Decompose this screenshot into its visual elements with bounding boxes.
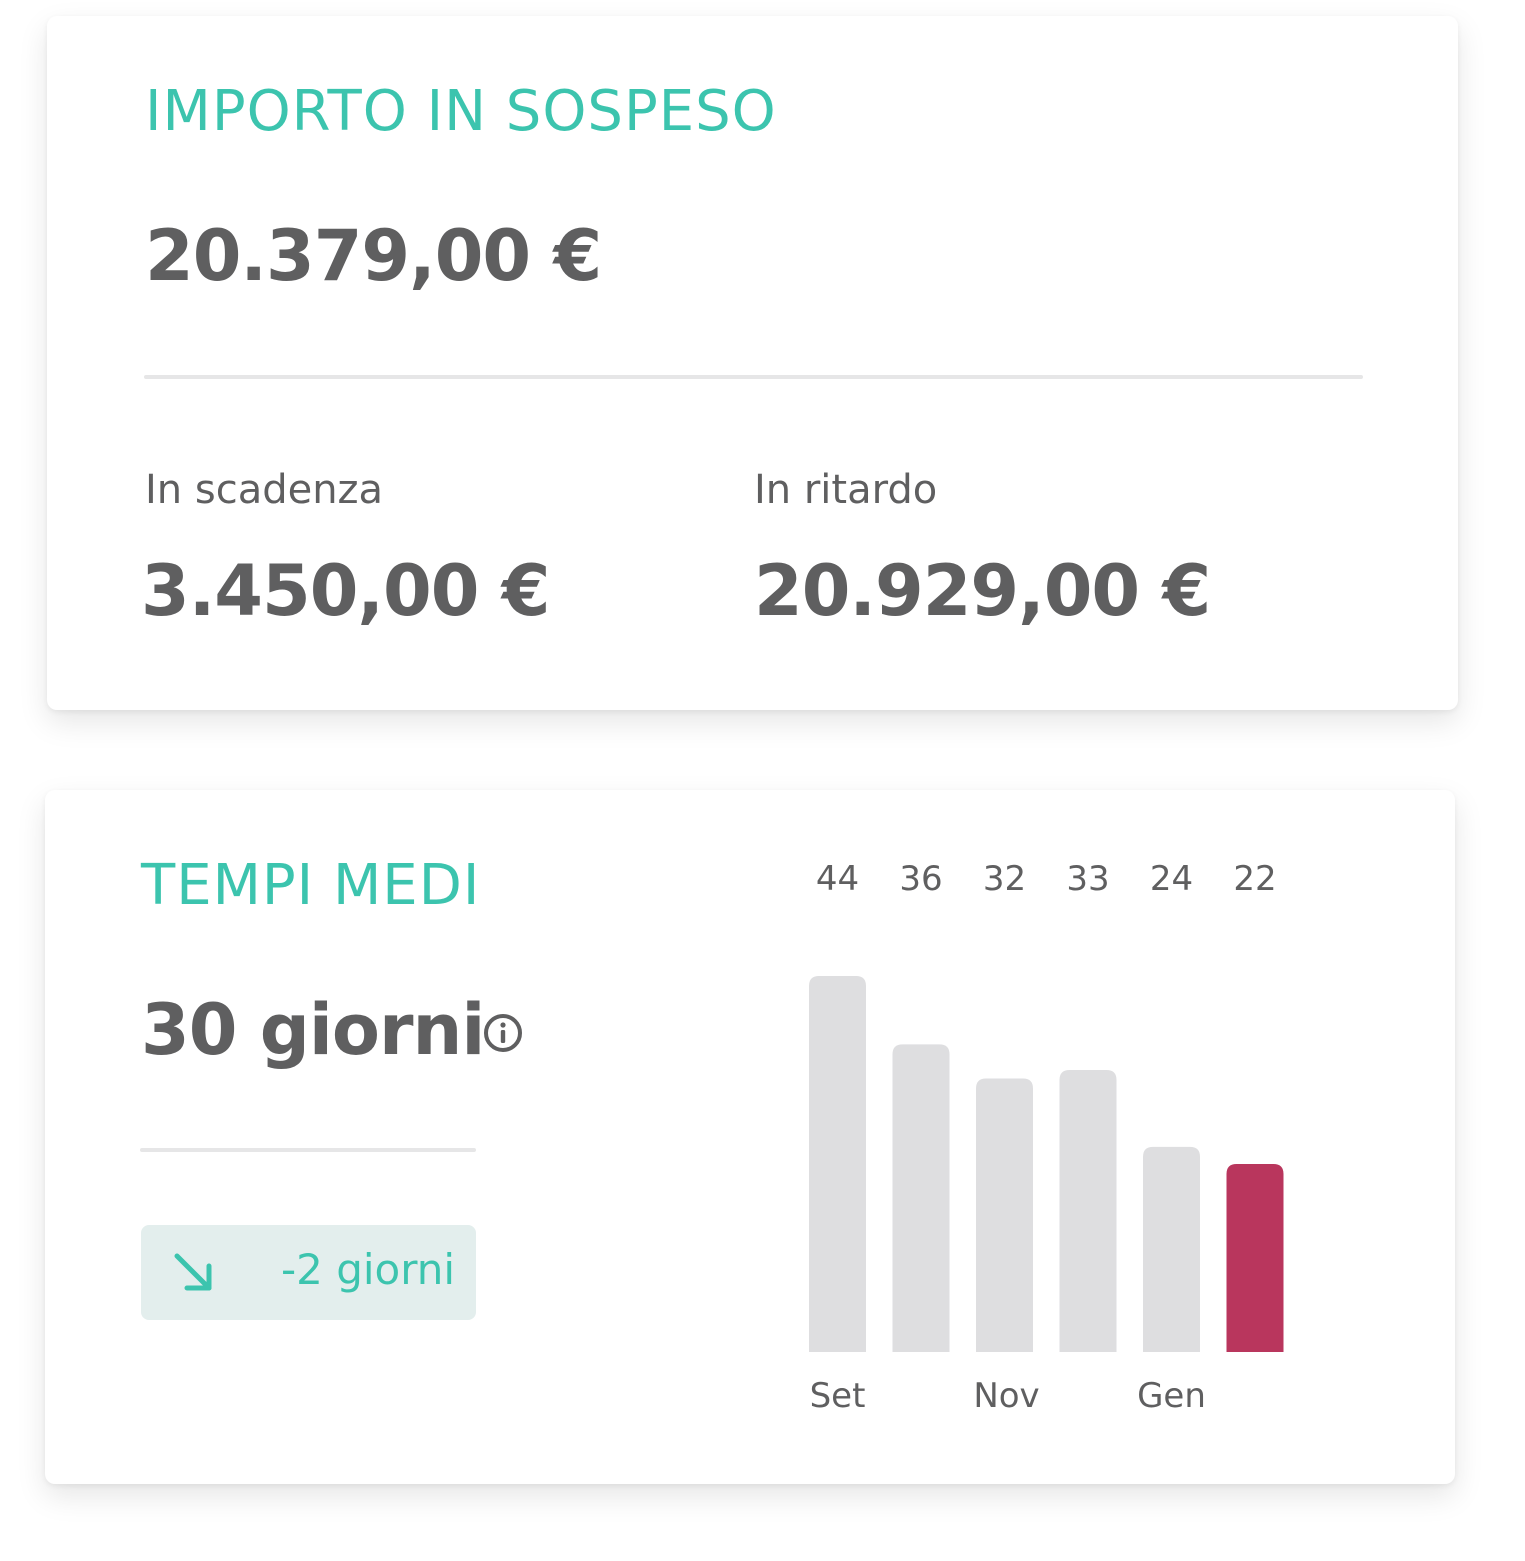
chart-value-label: 22 <box>1233 859 1276 899</box>
chart-x-tick-label: Set <box>810 1376 866 1416</box>
outstanding-title: IMPORTO IN SOSPESO <box>145 79 777 144</box>
chart-value-label: 33 <box>1066 859 1109 899</box>
chart-bar-gen <box>1143 1146 1200 1352</box>
info-icon[interactable] <box>482 1012 524 1054</box>
chart-value-label: 44 <box>816 859 859 899</box>
outstanding-total: 20.379,00 € <box>145 215 602 297</box>
divider <box>144 375 1363 379</box>
chart-value-label: 24 <box>1150 859 1193 899</box>
chart-value-label: 32 <box>983 859 1026 899</box>
average-times-card: TEMPI MEDI 30 giorni -2 giorni 44 Set 36 32… <box>45 790 1455 1484</box>
chart-value-label: 36 <box>899 859 942 899</box>
chart-x-tick-label: Nov <box>973 1376 1039 1416</box>
outstanding-card: IMPORTO IN SOSPESO 20.379,00 € In scaden… <box>47 16 1458 710</box>
average-times-title: TEMPI MEDI <box>141 853 481 918</box>
arrow-down-right-icon <box>174 1253 212 1291</box>
average-times-value: 30 giorni <box>141 989 485 1071</box>
chart-bar-feb <box>1226 1164 1284 1352</box>
chart-bar-nov <box>976 1078 1033 1352</box>
trend-text: -2 giorni <box>281 1245 456 1294</box>
overdue-amount: 20.929,00 € <box>754 550 1211 632</box>
trend-badge: -2 giorni <box>141 1225 476 1320</box>
average-times-chart: 44 Set 36 32 Nov 33 24 Gen 22 <box>809 859 1284 1416</box>
chart-bar-ott <box>892 1044 950 1352</box>
overdue-label: In ritardo <box>754 467 938 513</box>
due-label: In scadenza <box>145 467 384 513</box>
chart-bar-set <box>809 976 866 1352</box>
due-amount: 3.450,00 € <box>141 550 550 632</box>
chart-x-tick-label: Gen <box>1137 1376 1206 1416</box>
chart-bar-dic <box>1059 1070 1117 1352</box>
divider <box>140 1148 476 1152</box>
